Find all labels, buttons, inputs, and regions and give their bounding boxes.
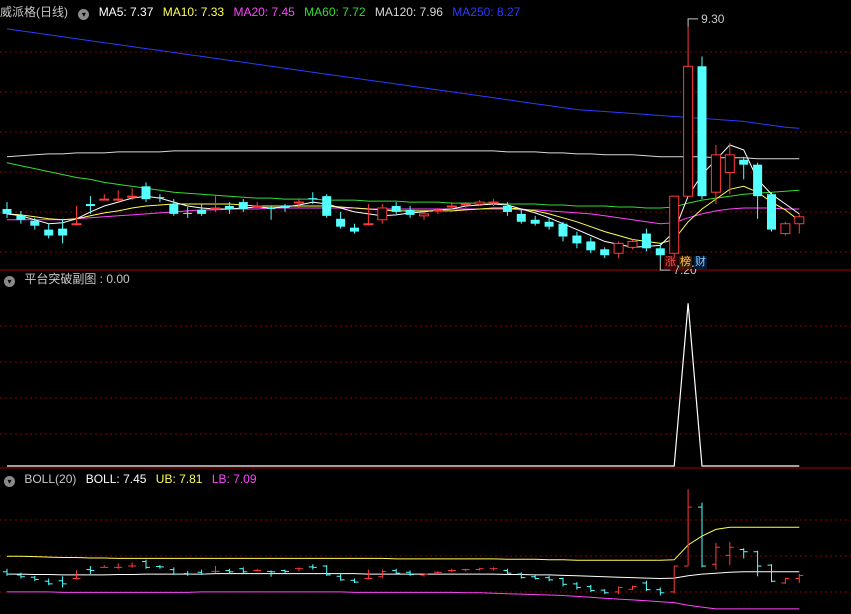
sub-panel1-title: 平台突破副图 : 0.00 — [24, 272, 130, 286]
platform-breakout-line — [7, 303, 800, 467]
boll-lb-label: LB: 7.09 — [211, 472, 257, 486]
boll-ub-line — [7, 526, 800, 561]
ma250-label: MA250: 8.27 — [452, 5, 521, 19]
boll-period-label: BOLL(20) — [24, 472, 77, 486]
ma120-line — [6, 150, 800, 160]
main-panel-title: 威派格(日线) — [0, 5, 68, 19]
sub-panel1-header: ▾ 平台突破副图 : 0.00 — [0, 270, 136, 288]
candle — [697, 66, 707, 197]
candle — [252, 205, 263, 208]
chevron-down-icon[interactable]: ▾ — [4, 276, 15, 287]
candle — [44, 229, 54, 236]
candle — [391, 206, 401, 212]
candle — [739, 159, 749, 165]
ma60-line — [6, 162, 800, 209]
candle — [322, 196, 332, 216]
ma20-label: MA20: 7.45 — [233, 5, 295, 19]
candle — [71, 223, 82, 226]
candle — [516, 213, 526, 222]
candle — [141, 186, 151, 200]
candle — [169, 204, 179, 214]
candle — [432, 209, 443, 212]
candle — [724, 154, 735, 174]
candle — [780, 223, 791, 235]
candle — [502, 206, 512, 212]
candle — [293, 201, 304, 204]
candle — [530, 219, 540, 224]
boll-mid-label: BOLL: 7.45 — [85, 472, 147, 486]
sub-panel2-header: ▾ BOLL(20) BOLL: 7.45 UB: 7.81 LB: 7.09 — [0, 470, 263, 488]
boll-lb-line — [7, 591, 800, 610]
main-panel-header: 威派格(日线) ▾ MA5: 7.37 MA10: 7.33 MA20: 7.4… — [0, 3, 526, 21]
ma10-label: MA10: 7.33 — [162, 5, 225, 19]
candle — [446, 205, 457, 208]
candle — [767, 194, 776, 230]
candle — [377, 207, 388, 221]
candle — [544, 221, 554, 227]
stock-chart[interactable]: 9.307.20 — [0, 0, 851, 614]
candle — [627, 240, 638, 248]
candle — [155, 197, 165, 199]
candle — [266, 207, 276, 209]
candle — [336, 218, 346, 227]
candle — [2, 208, 12, 214]
candle — [197, 209, 207, 214]
rank-tag[interactable]: 榜 — [679, 256, 692, 269]
chevron-down-icon[interactable]: ▾ — [78, 9, 90, 20]
candle — [419, 213, 429, 217]
candle — [655, 248, 665, 256]
max-price-pointer — [687, 18, 699, 27]
candle — [85, 204, 95, 207]
chevron-down-icon[interactable]: ▾ — [4, 476, 15, 487]
candle — [586, 241, 596, 251]
candle — [753, 164, 763, 197]
ma250-line — [6, 28, 800, 129]
candle — [363, 223, 374, 226]
candle — [474, 201, 485, 205]
candle — [308, 198, 318, 200]
candle — [350, 227, 359, 232]
candle — [488, 201, 499, 204]
candle — [558, 223, 568, 237]
candle — [238, 202, 248, 209]
candle — [613, 242, 624, 254]
candle — [58, 228, 68, 236]
candle — [572, 235, 582, 244]
finance-tag[interactable]: 财 — [694, 256, 707, 269]
boll-ub-label: UB: 7.81 — [155, 472, 203, 486]
candle — [641, 233, 651, 249]
ma120-label: MA120: 7.96 — [374, 5, 443, 19]
ma5-label: MA5: 7.37 — [98, 5, 154, 19]
candle — [30, 220, 40, 226]
candle — [224, 206, 234, 209]
candle — [183, 212, 193, 214]
candle — [710, 154, 721, 193]
candle — [113, 198, 124, 201]
max-price-label: 9.30 — [701, 12, 725, 26]
candle — [405, 209, 415, 215]
boll-mid-line — [7, 571, 800, 580]
candle — [460, 203, 471, 206]
candle — [99, 198, 110, 201]
ma60-label: MA60: 7.72 — [304, 5, 366, 19]
candle — [794, 216, 805, 225]
rise-tag[interactable]: 涨 — [664, 256, 677, 269]
candle — [280, 206, 290, 208]
candle — [683, 65, 694, 197]
candle — [210, 207, 221, 210]
candle — [600, 249, 610, 256]
candle — [16, 215, 26, 220]
candle — [127, 195, 138, 198]
candle — [669, 195, 680, 254]
